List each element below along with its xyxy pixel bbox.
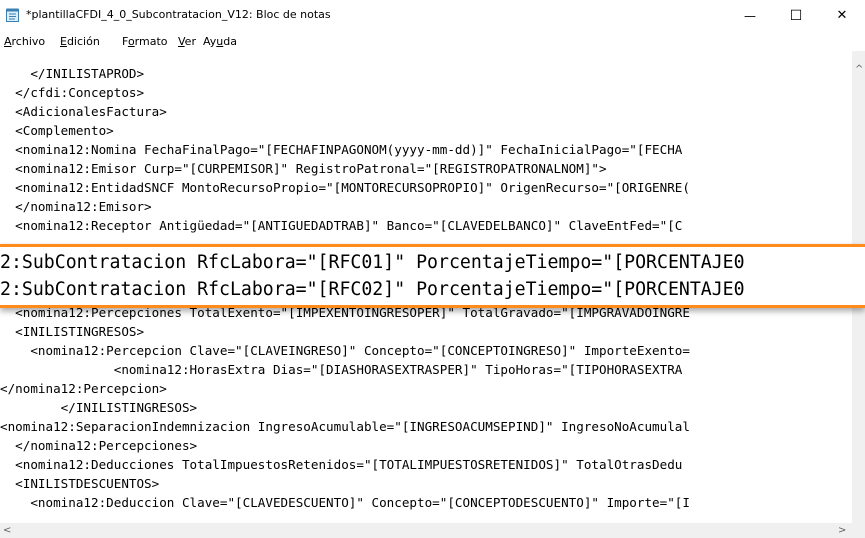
zoom-callout: 2:SubContratacion RfcLabora="[RFC01]" Po… (0, 244, 865, 308)
zoom-line: 2:SubContratacion RfcLabora="[RFC02]" Po… (0, 279, 745, 300)
scrollbar-corner (852, 523, 865, 538)
scroll-right-icon[interactable]: > (838, 526, 846, 536)
editor-line: <nomina12:Emisor Curp="[CURPEMISOR]" Reg… (0, 161, 607, 176)
menu-bar: Archivo Edición Formato Ver Ayuda (0, 31, 865, 51)
notepad-window: *plantillaCFDI_4_0_Subcontratacion_V12: … (0, 0, 865, 538)
window-title: *plantillaCFDI_4_0_Subcontratacion_V12: … (26, 8, 331, 21)
editor-line: <Complemento> (0, 123, 114, 138)
editor-line: </nomina12:Percepcion> (0, 381, 167, 396)
scroll-left-icon[interactable]: < (3, 526, 11, 536)
editor-line: </nomina12:Percepciones> (0, 438, 198, 453)
menu-edicion[interactable]: Edición (60, 35, 100, 48)
zoom-line: 2:SubContratacion RfcLabora="[RFC01]" Po… (0, 252, 745, 273)
editor-line: </INILISTAPROD> (0, 66, 145, 81)
editor-line: </nomina12:Emisor> (0, 199, 152, 214)
horizontal-scrollbar[interactable]: < > (0, 523, 852, 538)
scroll-up-icon[interactable]: ^ (855, 65, 863, 75)
close-icon: ✕ (836, 8, 848, 23)
menu-ver[interactable]: Ver (178, 35, 196, 48)
editor-line: <nomina12:Nomina FechaFinalPago="[FECHAF… (0, 142, 683, 157)
minimize-icon: — (744, 8, 756, 23)
title-bar[interactable]: *plantillaCFDI_4_0_Subcontratacion_V12: … (0, 0, 865, 31)
menu-ayuda[interactable]: Ayuda (203, 35, 237, 48)
editor-line: <nomina12:SeparacionIndemnizacion Ingres… (0, 419, 690, 434)
editor-line: <nomina12:Deducciones TotalImpuestosRete… (0, 457, 683, 472)
editor-line: <nomina12:Receptor Antigüedad="[ANTIGUED… (0, 218, 683, 233)
close-button[interactable]: ✕ (819, 0, 865, 31)
editor-line: <INILISTINGRESOS> (0, 324, 145, 339)
editor-line: <AdicionalesFactura> (0, 104, 167, 119)
minimize-button[interactable]: — (727, 0, 773, 31)
menu-formato[interactable]: Formato (122, 35, 168, 48)
editor-line: </cfdi:Conceptos> (0, 85, 145, 100)
editor-line: <nomina12:Deduccion Clave="[CLAVEDESCUEN… (0, 495, 690, 510)
maximize-icon: ☐ (789, 7, 803, 24)
editor-line: <nomina12:HorasExtra Dias="[DIASHORASEXT… (0, 362, 683, 377)
editor-line: <nomina12:Percepcion Clave="[CLAVEINGRES… (0, 343, 690, 358)
editor-line: <INILISTDESCUENTOS> (0, 476, 160, 491)
editor-line: </INILISTINGRESOS> (0, 400, 198, 415)
editor-line: <nomina12:EntidadSNCF MontoRecursoPropio… (0, 180, 690, 195)
maximize-button[interactable]: ☐ (773, 0, 819, 31)
notepad-icon (6, 8, 19, 22)
menu-archivo[interactable]: Archivo (4, 35, 45, 48)
